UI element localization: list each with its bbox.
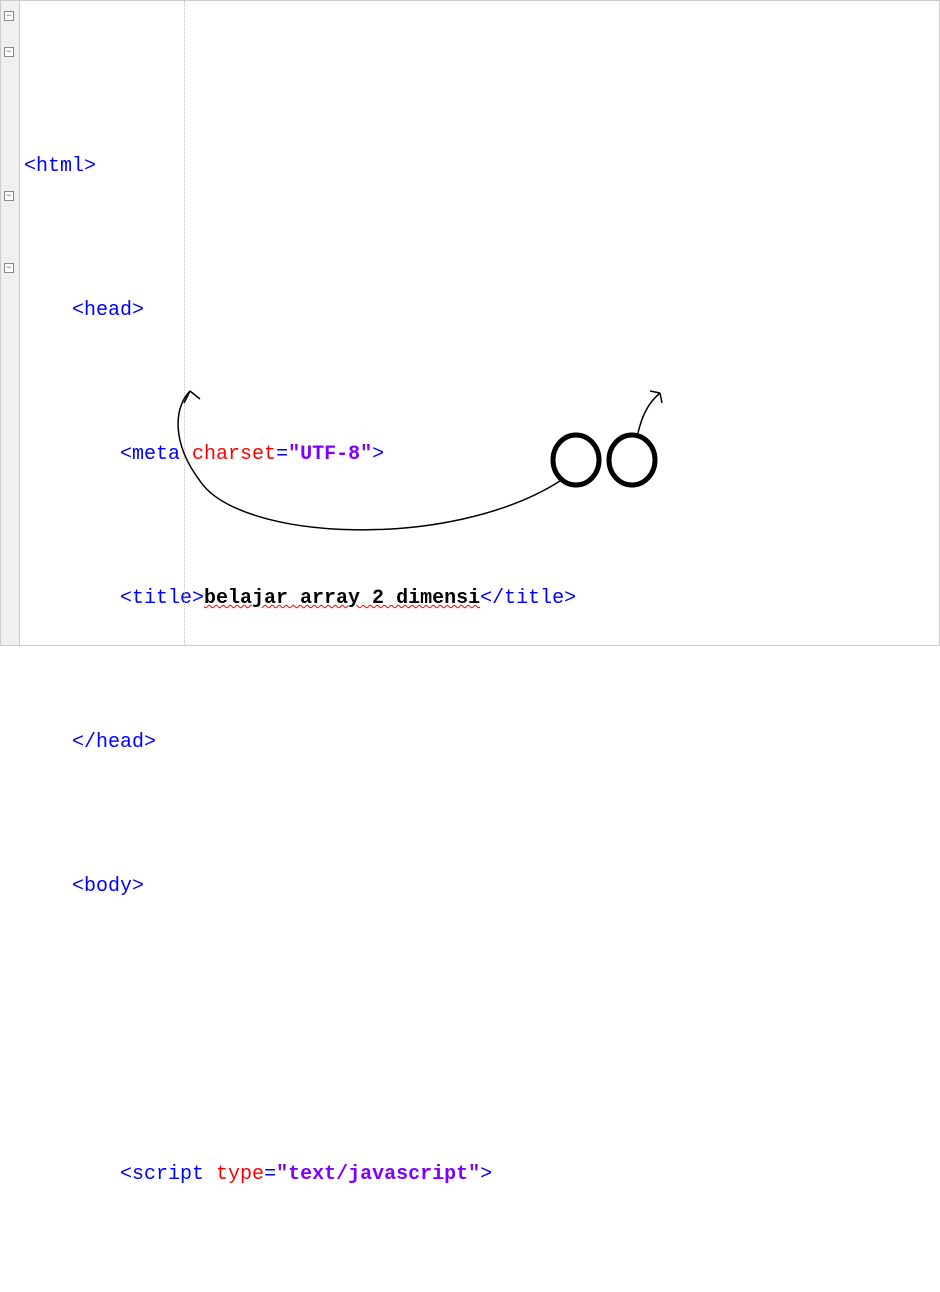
code-line: <script type="text/javascript">	[24, 1157, 931, 1193]
code-line: <meta charset="UTF-8">	[24, 437, 931, 473]
code-line: <html>	[24, 149, 931, 185]
fold-marker[interactable]	[4, 191, 14, 201]
code-editor: <html> <head> <meta charset="UTF-8"> <ti…	[1, 1, 939, 645]
fold-marker[interactable]	[4, 11, 14, 21]
code-line: </head>	[24, 725, 931, 761]
code-area[interactable]: <html> <head> <meta charset="UTF-8"> <ti…	[20, 1, 939, 645]
code-line: <body>	[24, 869, 931, 905]
code-line: <head>	[24, 293, 931, 329]
fold-marker[interactable]	[4, 263, 14, 273]
code-line: <title>belajar array 2 dimensi</title>	[24, 581, 931, 617]
fold-gutter	[1, 1, 20, 645]
fold-marker[interactable]	[4, 47, 14, 57]
code-line	[24, 1013, 931, 1049]
